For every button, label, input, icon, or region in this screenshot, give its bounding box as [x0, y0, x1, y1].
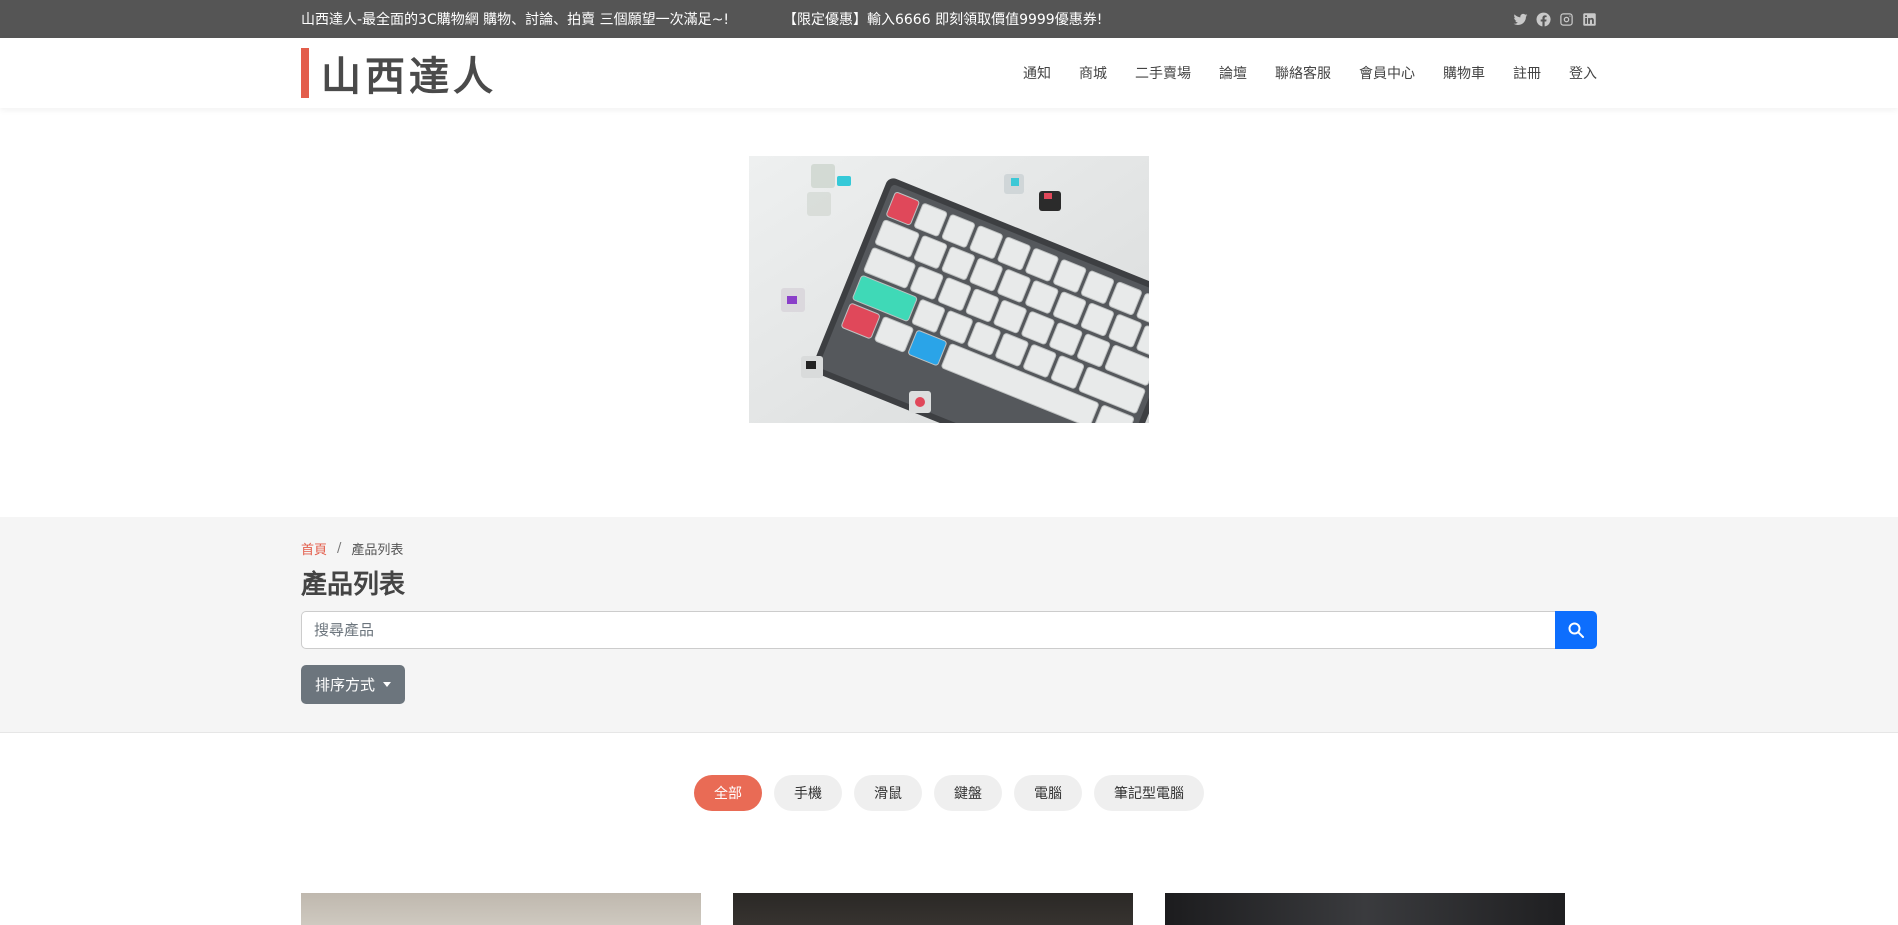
product-card[interactable] [733, 893, 1133, 925]
search-button[interactable] [1555, 611, 1597, 649]
search-icon [1568, 622, 1584, 638]
nav-shop[interactable]: 商城 [1065, 63, 1121, 83]
search-input[interactable] [301, 611, 1555, 649]
product-image [733, 893, 1133, 925]
site-header: 山西達人 通知 商城 二手賣場 論壇 聯絡客服 會員中心 購物車 註冊 登入 [0, 38, 1898, 108]
linkedin-icon[interactable] [1582, 12, 1597, 27]
chevron-down-icon [383, 682, 392, 687]
product-card[interactable] [301, 893, 701, 925]
nav-forum[interactable]: 論壇 [1205, 63, 1261, 83]
logo-text: 山西達人 [321, 53, 497, 100]
breadcrumb-current: 產品列表 [351, 543, 404, 558]
logo-accent-bar [301, 48, 309, 98]
nav-customer-service[interactable]: 聯絡客服 [1261, 63, 1345, 83]
nav-cart[interactable]: 購物車 [1429, 63, 1499, 83]
twitter-icon[interactable] [1513, 12, 1528, 27]
product-search [301, 611, 1597, 649]
site-slogan: 山西達人-最全面的3C購物網 購物、討論、拍賣 三個願望一次滿足~! [301, 12, 729, 28]
facebook-icon[interactable] [1536, 12, 1551, 27]
filter-keyboard[interactable]: 鍵盤 [934, 775, 1002, 811]
filter-phone[interactable]: 手機 [774, 775, 842, 811]
product-image [301, 893, 701, 925]
promo-banner: 【限定優惠】輸入6666 即刻領取價值9999優惠券! [782, 12, 1103, 28]
breadcrumb-separator: / [337, 541, 342, 556]
main-nav: 通知 商城 二手賣場 論壇 聯絡客服 會員中心 購物車 註冊 登入 [1009, 63, 1597, 83]
instagram-icon[interactable] [1559, 12, 1574, 27]
filter-laptop[interactable]: 筆記型電腦 [1094, 775, 1204, 811]
site-logo[interactable]: 山西達人 [301, 48, 497, 100]
nav-secondhand[interactable]: 二手賣場 [1121, 63, 1205, 83]
hero-keyboard-image [749, 156, 1149, 423]
page-title: 產品列表 [301, 570, 406, 600]
sort-label: 排序方式 [315, 676, 376, 694]
product-card[interactable] [1165, 893, 1565, 925]
filter-mouse[interactable]: 滑鼠 [854, 775, 922, 811]
hero-section [0, 108, 1898, 517]
filter-computer[interactable]: 電腦 [1014, 775, 1082, 811]
social-links [1513, 12, 1597, 27]
category-filters: 全部 手機 滑鼠 鍵盤 電腦 筆記型電腦 [301, 775, 1597, 811]
nav-member-center[interactable]: 會員中心 [1345, 63, 1429, 83]
page-header-section: 首頁 / 產品列表 產品列表 排序方式 [0, 517, 1898, 733]
nav-notifications[interactable]: 通知 [1009, 63, 1065, 83]
top-bar: 山西達人-最全面的3C購物網 購物、討論、拍賣 三個願望一次滿足~! 【限定優惠… [0, 0, 1898, 38]
breadcrumb-home[interactable]: 首頁 [301, 539, 327, 558]
nav-login[interactable]: 登入 [1555, 63, 1597, 83]
filter-all[interactable]: 全部 [694, 775, 762, 811]
product-grid [301, 893, 1597, 925]
product-image [1165, 893, 1565, 925]
nav-register[interactable]: 註冊 [1499, 63, 1555, 83]
sort-dropdown-button[interactable]: 排序方式 [301, 665, 406, 704]
breadcrumb: 首頁 / 產品列表 [301, 539, 1597, 558]
